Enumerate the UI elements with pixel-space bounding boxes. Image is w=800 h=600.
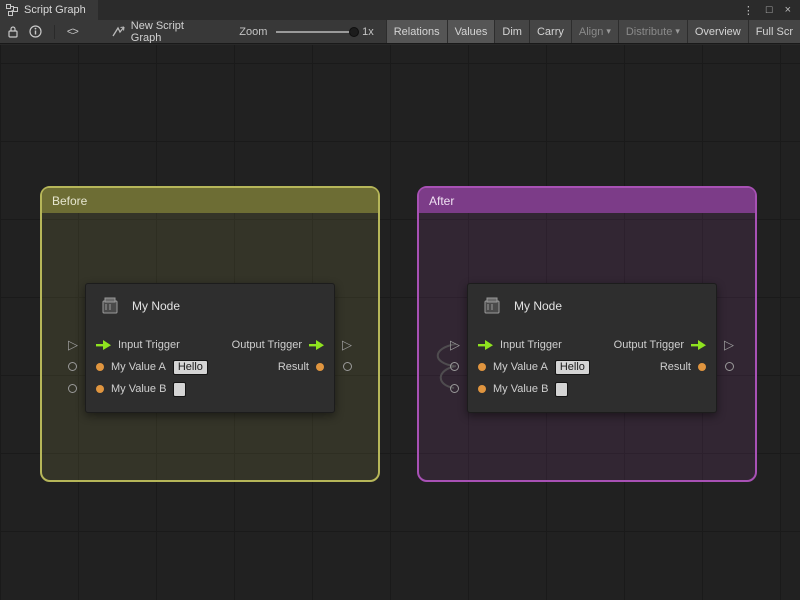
node-my-node-after[interactable]: ▷ ▷ My Node Input Trigger xyxy=(467,283,717,413)
value-a-field[interactable]: Hello xyxy=(173,360,208,375)
distribute-button[interactable]: Distribute▾ xyxy=(618,20,687,43)
value-a-field[interactable]: Hello xyxy=(555,360,590,375)
code-view-icon[interactable]: <> xyxy=(67,26,78,38)
value-port-dot xyxy=(96,385,104,393)
value-b-port[interactable] xyxy=(68,384,77,393)
value-port-dot xyxy=(316,363,324,371)
align-button[interactable]: Align▾ xyxy=(571,20,618,43)
result-port[interactable] xyxy=(725,362,734,371)
value-b-row: My Value B xyxy=(468,378,716,400)
carry-button[interactable]: Carry xyxy=(529,20,571,43)
zoom-slider-fill xyxy=(276,31,354,33)
trigger-row: Input Trigger Output Trigger xyxy=(468,334,716,356)
group-after-title: After xyxy=(429,194,454,208)
fullscreen-button[interactable]: Full Scr xyxy=(748,20,800,43)
maximize-icon[interactable]: □ xyxy=(766,4,773,16)
group-before-title: Before xyxy=(52,194,87,208)
relations-button[interactable]: Relations xyxy=(386,20,447,43)
value-b-label: My Value B xyxy=(111,383,166,395)
script-graph-window: Script Graph ⋮ □ × <> xyxy=(0,0,800,600)
value-b-port[interactable] xyxy=(450,384,459,393)
zoom-label: Zoom xyxy=(239,26,267,38)
input-trigger-port[interactable]: ▷ xyxy=(450,338,460,351)
node-title: My Node xyxy=(132,299,180,313)
value-a-port[interactable] xyxy=(450,362,459,371)
dim-button[interactable]: Dim xyxy=(494,20,529,43)
overview-button[interactable]: Overview xyxy=(687,20,748,43)
result-port[interactable] xyxy=(343,362,352,371)
result-label: Result xyxy=(660,361,691,373)
graph-canvas[interactable]: Before After ▷ ▷ xyxy=(0,45,800,600)
tab-label: Script Graph xyxy=(24,4,86,16)
node-icon xyxy=(98,294,122,318)
value-port-dot xyxy=(478,385,486,393)
close-icon[interactable]: × xyxy=(785,4,791,16)
value-a-label: My Value A xyxy=(493,361,548,373)
value-port-dot xyxy=(698,363,706,371)
trigger-arrow-icon xyxy=(309,340,324,350)
trigger-arrow-icon xyxy=(691,340,706,350)
value-a-row: My Value A Hello Result xyxy=(468,356,716,378)
values-button[interactable]: Values xyxy=(447,20,495,43)
input-trigger-port[interactable]: ▷ xyxy=(68,338,78,351)
value-a-label: My Value A xyxy=(111,361,166,373)
graph-name-label: New Script Graph xyxy=(131,20,211,44)
trigger-row: Input Trigger Output Trigger xyxy=(86,334,334,356)
zoom-value: 1x xyxy=(362,26,374,38)
trigger-arrow-icon xyxy=(478,340,493,350)
node-title: My Node xyxy=(514,299,562,313)
trigger-arrow-icon xyxy=(96,340,111,350)
toolbar-separator xyxy=(54,25,55,39)
node-my-node-before[interactable]: ▷ ▷ My Node Input Trigger xyxy=(85,283,335,413)
chevron-down-icon: ▾ xyxy=(675,26,680,37)
input-trigger-label: Input Trigger xyxy=(118,339,180,351)
script-graph-tab-icon xyxy=(6,4,18,16)
chevron-down-icon: ▾ xyxy=(606,26,611,37)
result-label: Result xyxy=(278,361,309,373)
value-b-field[interactable] xyxy=(555,382,568,397)
group-after-header[interactable]: After xyxy=(419,188,755,213)
window-controls: ⋮ □ × xyxy=(743,0,800,20)
value-b-field[interactable] xyxy=(173,382,186,397)
toolbar-buttons: Relations Values Dim Carry Align▾ Distri… xyxy=(386,20,800,43)
zoom-slider-knob[interactable] xyxy=(349,27,359,37)
tab-bar: Script Graph ⋮ □ × xyxy=(0,0,800,20)
value-port-dot xyxy=(96,363,104,371)
value-b-row: My Value B xyxy=(86,378,334,400)
lock-icon[interactable] xyxy=(7,25,19,38)
value-port-dot xyxy=(478,363,486,371)
value-b-label: My Value B xyxy=(493,383,548,395)
tab-script-graph[interactable]: Script Graph xyxy=(0,0,98,20)
group-before-header[interactable]: Before xyxy=(42,188,378,213)
output-trigger-port[interactable]: ▷ xyxy=(724,338,734,351)
value-a-port[interactable] xyxy=(68,362,77,371)
info-icon[interactable] xyxy=(29,25,42,38)
output-trigger-label: Output Trigger xyxy=(232,339,302,351)
zoom-slider[interactable] xyxy=(276,26,356,38)
node-icon xyxy=(480,294,504,318)
output-trigger-port[interactable]: ▷ xyxy=(342,338,352,351)
output-trigger-label: Output Trigger xyxy=(614,339,684,351)
menu-icon[interactable]: ⋮ xyxy=(743,4,754,17)
value-a-row: My Value A Hello Result xyxy=(86,356,334,378)
graph-toolbar: <> New Script Graph Zoom 1x Relations Va… xyxy=(0,20,800,44)
node-header[interactable]: My Node xyxy=(86,284,334,328)
input-trigger-label: Input Trigger xyxy=(500,339,562,351)
script-graph-asset-icon xyxy=(112,26,125,38)
node-header[interactable]: My Node xyxy=(468,284,716,328)
